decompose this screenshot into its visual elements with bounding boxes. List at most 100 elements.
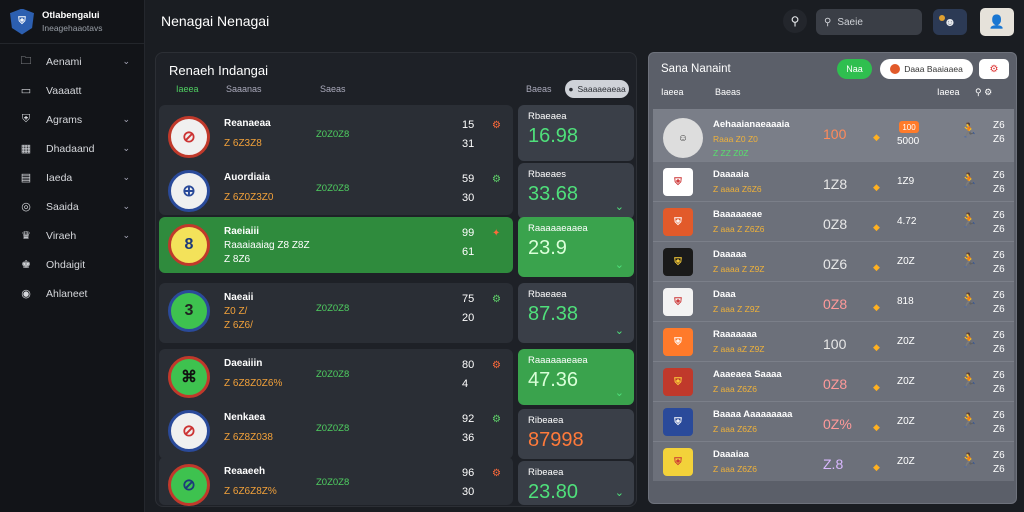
standings-row[interactable]: ⛨ Daaaiaa Z aaa Z6Z6 Z.8 ◆ Z0Z 🏃 Z6 Z6 <box>653 441 1014 481</box>
filter-button[interactable]: ● Saaaaeaeaa <box>565 80 629 98</box>
stat-2: Z6 <box>993 224 1005 235</box>
sidebar-item-5[interactable]: ◎ Saaida ⌄ <box>0 192 144 221</box>
odds-card[interactable]: Raaaaaeaaea 23.9 ⌄ <box>518 217 634 277</box>
standings-row[interactable]: ⛨ Aaaeaea Saaaa Z aaa Z6Z6 0Z8 ◆ Z0Z 🏃 Z6 Z6 <box>653 361 1014 401</box>
score-home: 96 <box>462 467 475 479</box>
player-figure-icon: 🏃 <box>960 332 978 348</box>
team-sub: Z0 Z/ <box>224 306 248 317</box>
points-value: Z0Z <box>897 376 915 387</box>
sidebar-item-8[interactable]: ◉ Ahlaneet <box>0 279 144 308</box>
score-home: 92 <box>462 413 475 425</box>
score-away: 20 <box>462 312 475 324</box>
odds-card[interactable]: Rbaeaes 33.68 ⌄ <box>518 163 634 219</box>
player-figure-icon: 🏃 <box>960 372 978 388</box>
odds-card[interactable]: Rbaeaea 16.98 <box>518 105 634 161</box>
sidebar-item-2[interactable]: ⛨ Agrams ⌄ <box>0 105 144 134</box>
team-sub: Z 6Z6Z8Z% <box>224 486 277 497</box>
tab-1[interactable]: Iaeea <box>176 84 226 94</box>
team-logo-icon: 8 <box>168 224 210 266</box>
odds-card[interactable]: Ribeaea 23.80 ⌄ <box>518 461 634 505</box>
standings-row[interactable]: ☺ Aehaaianaeaaaia Raaa Z0 Z0 Z ZZ Z0Z 100 ◆ 10… <box>653 109 1014 161</box>
flag-icon: ◆ <box>873 422 880 432</box>
shield-logo-icon: ⛨ <box>10 8 34 35</box>
odds-card[interactable]: Ribeaea 87998 <box>518 409 634 459</box>
card-title: Ribeaea <box>528 467 564 478</box>
sidebar-item-7[interactable]: ♚ Ohdaigit <box>0 250 144 279</box>
flag-icon: ◆ <box>873 382 880 392</box>
standings-row[interactable]: ⛨ Raaaaaaa Z aaa aZ Z9Z 100 ◆ Z0Z 🏃 Z6 Z6 <box>653 321 1014 361</box>
odds-value: Z0Z0Z8 <box>316 369 350 380</box>
score-home: 80 <box>462 359 475 371</box>
live-pill[interactable]: Naa <box>837 59 872 79</box>
tab-3[interactable]: Saeas <box>320 84 520 94</box>
stat-1: Z6 <box>993 170 1005 181</box>
card-value: 47.36 <box>528 369 579 391</box>
odds-value: 1Z8 <box>823 176 848 192</box>
sidebar-item-1[interactable]: ▭ Vaaaatt <box>0 76 144 105</box>
filter-pill-label: Daaa Baaiaaea <box>904 64 963 74</box>
team-name: Daaaaia <box>713 169 749 180</box>
standings-row[interactable]: ⛨ Baaaaaeae Z aaa Z Z6Z6 0Z8 ◆ 4.72 🏃 Z6 Z6 <box>653 201 1014 241</box>
odds-card[interactable]: Rbaeaea 87.38 ⌄ <box>518 283 634 343</box>
match-row[interactable]: ⊘ Reanaeaa Z 6Z3Z8 Z0Z0Z8 15 31 ⚙ <box>156 109 510 165</box>
team-sub-2: Z 6Z6/ <box>224 320 253 331</box>
filter-pill[interactable]: Daaa Baaiaaea <box>880 59 973 79</box>
sidebar-item-4[interactable]: ▤ Iaeda ⌄ <box>0 163 144 192</box>
flag-icon: ◆ <box>873 302 880 312</box>
settings-button[interactable]: ⚙ <box>979 59 1009 79</box>
search-input[interactable]: ⚲ Saeie <box>816 9 922 35</box>
standings-row[interactable]: ⛨ Daaaaia Z aaaa Z6Z6 1Z8 ◆ 1Z9 🏃 Z6 Z6 <box>653 161 1014 201</box>
team-logo-icon: ⛨ <box>663 328 693 356</box>
chevron-down-icon: ⌄ <box>122 143 130 153</box>
rank-chip: 100 <box>899 121 919 133</box>
odds-card[interactable]: Raaaaaaeaea 47.36 ⌄ <box>518 349 634 405</box>
stat-2: Z6 <box>993 134 1005 145</box>
match-row[interactable]: ⊘ Nenkaea Z 6Z8Z038 Z0Z0Z8 92 36 ⚙ <box>156 403 510 459</box>
tab-4[interactable]: Baeas <box>526 84 552 94</box>
team-sub: Z aaa Z Z9Z <box>713 304 760 314</box>
live-matches-panel: Renaeh Indangai Iaeea Saaanas Saeas Baea… <box>155 52 637 507</box>
standings-row[interactable]: ⛨ Daaa Z aaa Z Z9Z 0Z8 ◆ 818 🏃 Z6 Z6 <box>653 281 1014 321</box>
chevron-down-icon: ⌄ <box>122 56 130 66</box>
notification-button[interactable]: ☻ <box>933 9 967 35</box>
team-logo-icon: ⛨ <box>663 368 693 396</box>
sidebar-item-0[interactable]: 🗀 Aenami ⌄ <box>0 47 144 76</box>
match-row[interactable]: 8 Raeiaiii Raaaiaaiag Z8 Z8Z Z 8Z6 99 61 ✦ <box>156 217 510 273</box>
standings-row[interactable]: ⛨ Daaaaa Z aaaa Z Z9Z 0Z6 ◆ Z0Z 🏃 Z6 Z6 <box>653 241 1014 281</box>
odds-value: Z0Z0Z8 <box>316 477 350 488</box>
odds-value: Z0Z0Z8 <box>316 303 350 314</box>
odds-value: Z.8 <box>823 456 844 472</box>
sidebar-item-3[interactable]: ▦ Dhadaand ⌄ <box>0 134 144 163</box>
stat-2: Z6 <box>993 184 1005 195</box>
stat-1: Z6 <box>993 450 1005 461</box>
player-figure-icon: 🏃 <box>960 212 978 228</box>
brand[interactable]: ⛨ Otlabengalui Ineagehaaotavs <box>0 0 144 44</box>
card-title: Raaaaaeaaea <box>528 223 588 234</box>
sidebar: ⛨ Otlabengalui Ineagehaaotavs 🗀 Aenami ⌄ ▭ V… <box>0 0 145 512</box>
match-row[interactable]: ⊕ Auordiaia Z 6Z0Z3Z0 Z0Z0Z8 59 30 ⚙ <box>156 163 510 219</box>
chevron-down-icon: ⌄ <box>614 325 624 337</box>
search-icon: ⚲ <box>790 14 800 28</box>
score-away: 30 <box>462 486 475 498</box>
match-row[interactable]: 3 Naeaii Z0 Z/Z 6Z6/Z0Z0Z8 75 20 ⚙ <box>156 283 510 339</box>
card-value: 33.68 <box>528 183 579 205</box>
col-header-2: Baeas <box>715 87 741 97</box>
tab-2[interactable]: Saaanas <box>226 84 320 94</box>
sidebar-item-6[interactable]: ♛ Viraeh ⌄ <box>0 221 144 250</box>
points-value: 5000 <box>897 136 920 147</box>
standings-panel: Sana Nanaint Naa Daaa Baaiaaea ⚙ Iaeea B… <box>648 52 1017 504</box>
match-row[interactable]: ⌘ Daeaiiin Z 6Z8Z0Z6% Z0Z0Z8 80 4 ⚙ <box>156 349 510 405</box>
standings-row[interactable]: ⛨ Baaaa Aaaaaaaaa Z aaa Z6Z6 0Z% ◆ Z0Z 🏃 Z6 Z6 <box>653 401 1014 441</box>
folder-icon: 🗀 <box>20 55 32 67</box>
sidebar-item-label: Saaida <box>46 200 79 213</box>
score-home: 99 <box>462 227 475 239</box>
search-button[interactable]: ⚲ <box>783 9 807 33</box>
match-row[interactable]: ⊘ Reaaeeh Z 6Z6Z8Z% Z0Z0Z8 96 30 ⚙ <box>156 457 510 506</box>
toggle-icon: ● <box>568 84 574 94</box>
team-logo-icon: ⊘ <box>168 410 210 452</box>
stat-2: Z6 <box>993 264 1005 275</box>
search-icon: ⚲ <box>824 16 832 28</box>
avatar[interactable]: 👤 <box>980 8 1014 36</box>
stat-1: Z6 <box>993 290 1005 301</box>
team-logo-icon: 3 <box>168 290 210 332</box>
